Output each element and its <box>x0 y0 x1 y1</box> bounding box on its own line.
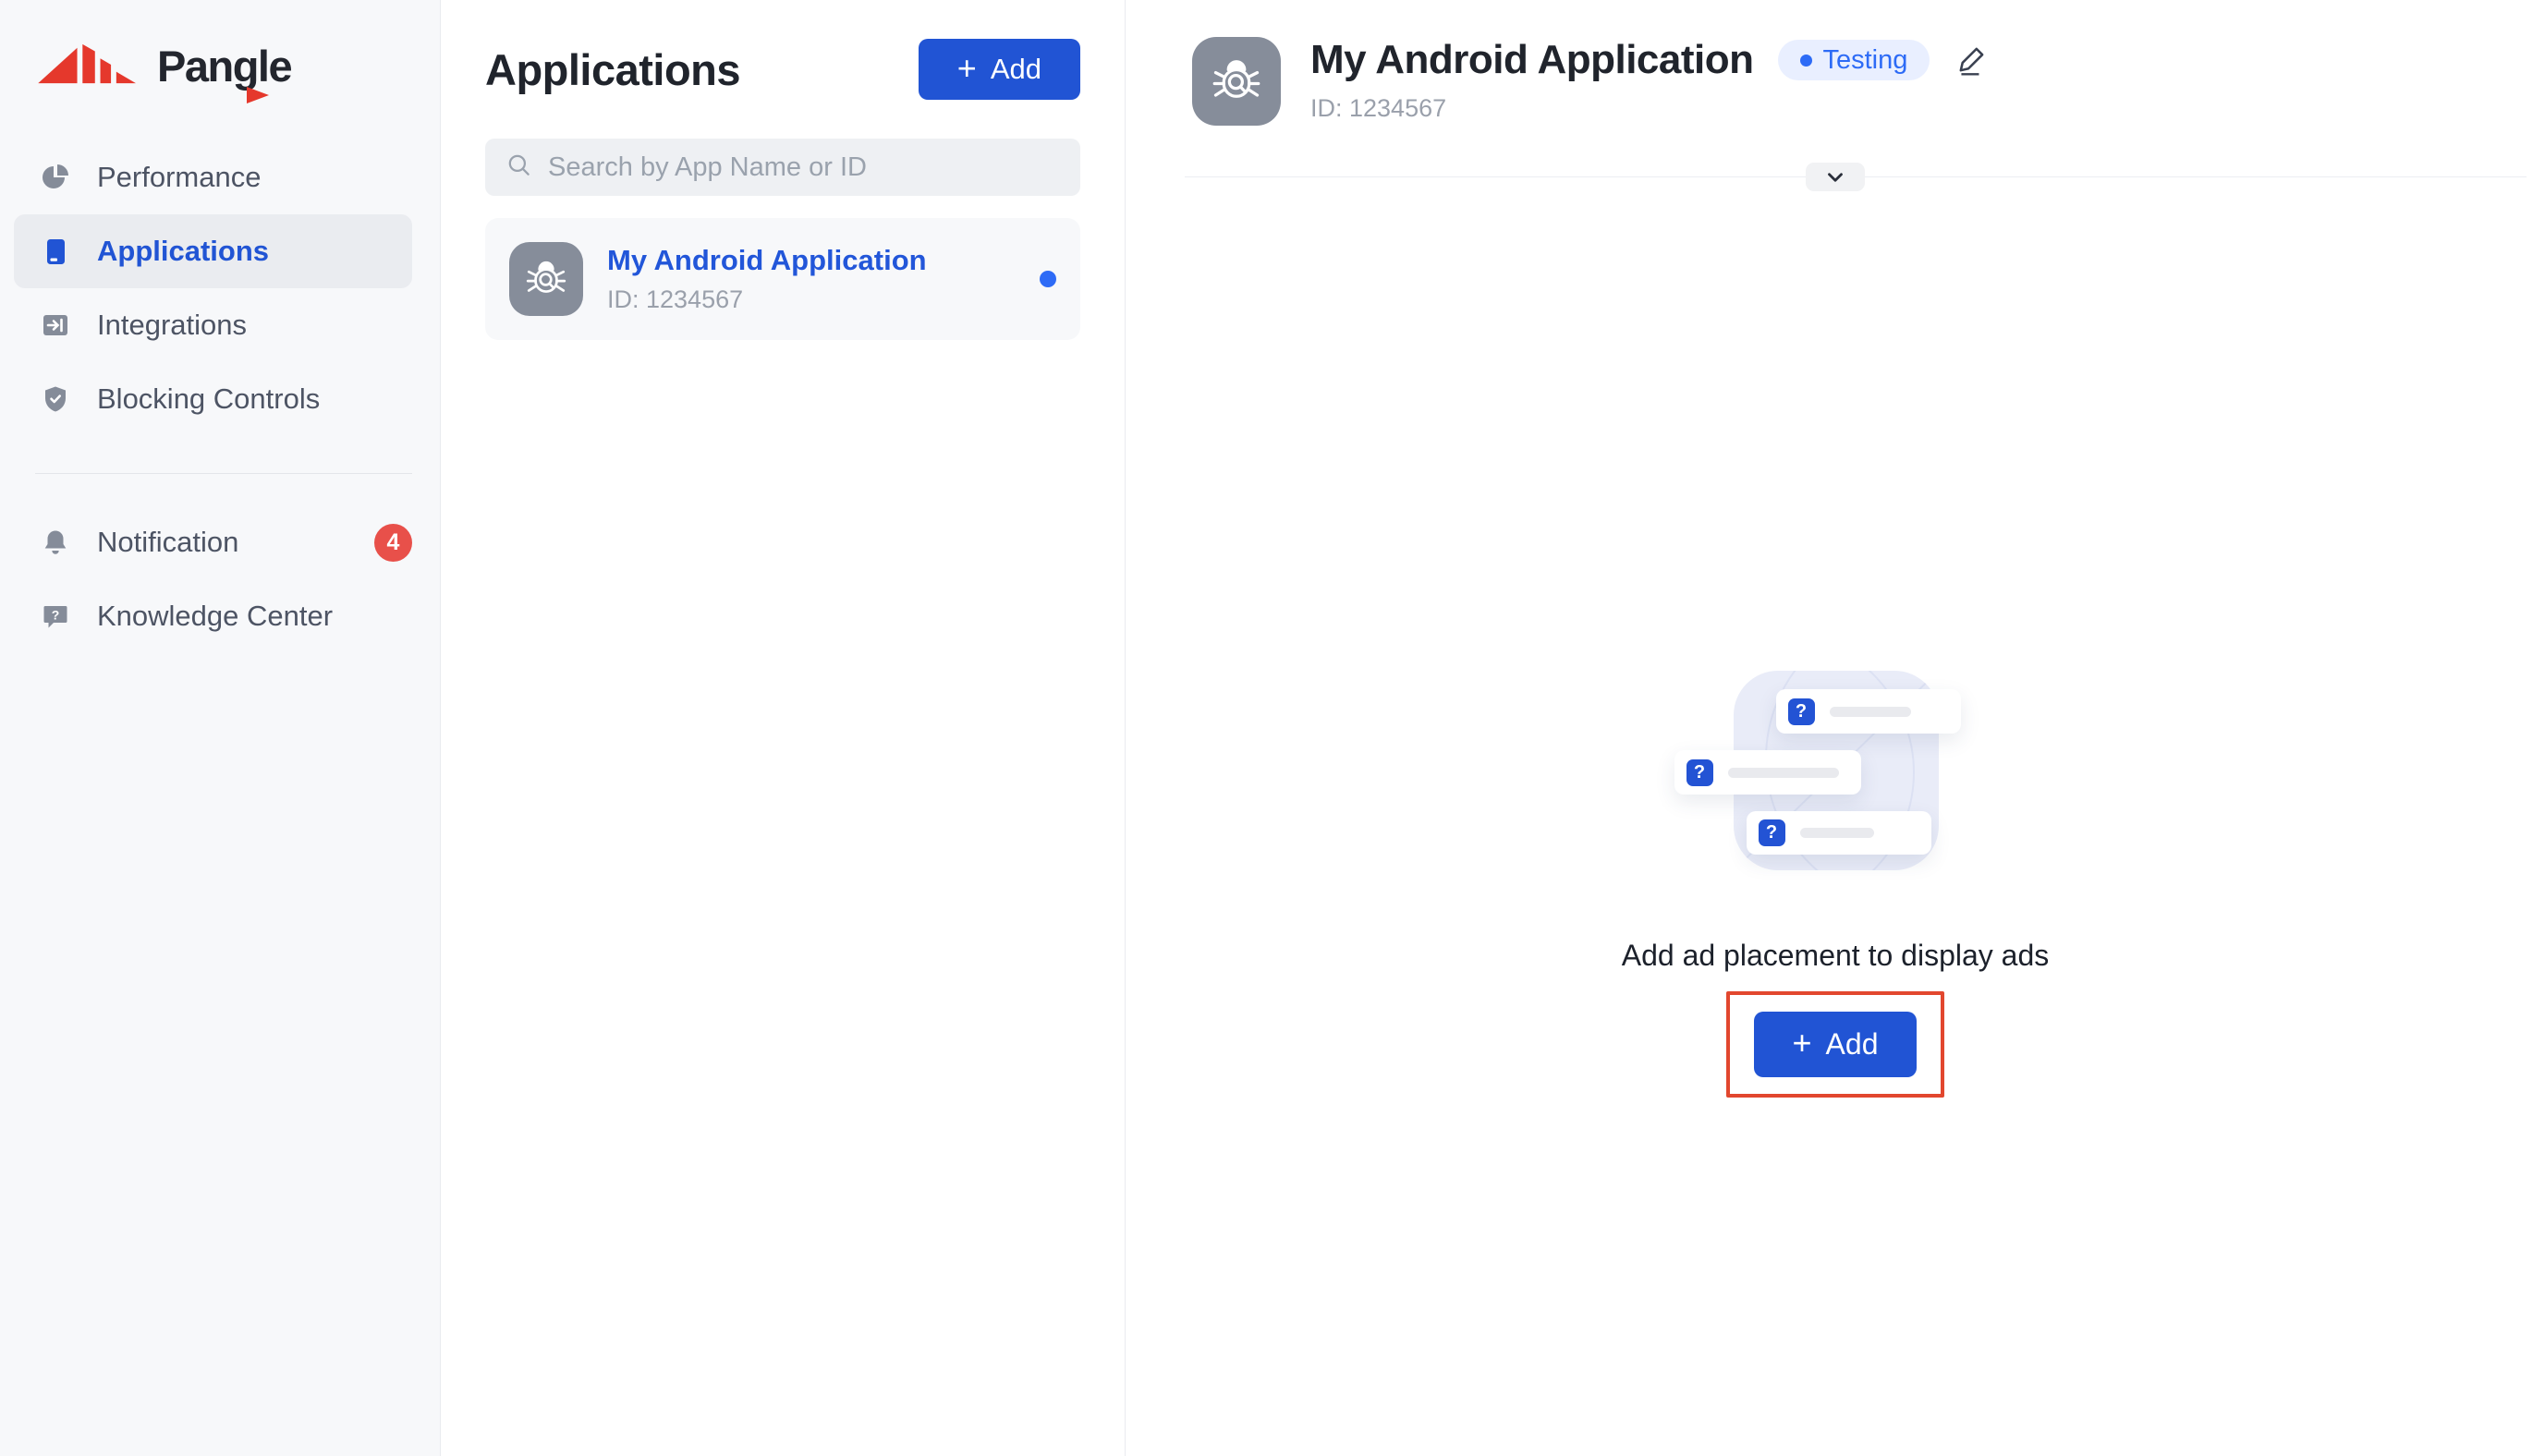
detail-app-title: My Android Application <box>1310 37 1754 83</box>
notification-count-badge: 4 <box>374 524 412 562</box>
sidebar-divider <box>35 473 412 474</box>
add-button-label: Add <box>991 53 1041 86</box>
add-placement-button[interactable]: + Add <box>1754 1012 1918 1077</box>
sidebar: Pangle Performance <box>0 0 441 1456</box>
selected-indicator-dot <box>1040 271 1056 287</box>
action-highlight-box: + Add <box>1726 991 1945 1098</box>
bell-icon <box>40 527 71 558</box>
svg-text:?: ? <box>52 608 60 623</box>
placeholder-bar <box>1800 828 1874 838</box>
app-search-box <box>485 139 1080 196</box>
search-icon <box>505 152 533 184</box>
bug-app-icon <box>1192 37 1281 126</box>
applications-list-panel: Applications + Add <box>441 0 1126 1456</box>
search-input[interactable] <box>548 152 1060 183</box>
pangle-wordmark: Pangle <box>157 41 291 91</box>
detail-app-id: ID: 1234567 <box>1310 94 1989 123</box>
app-detail-panel: My Android Application Testing ID: 12345… <box>1126 0 2545 1456</box>
pangle-dashboard: Pangle Performance <box>0 0 2545 1456</box>
sidebar-item-integrations[interactable]: Integrations <box>0 288 440 362</box>
app-list-item[interactable]: My Android Application ID: 1234567 <box>485 218 1080 340</box>
app-id: ID: 1234567 <box>607 285 927 314</box>
sidebar-nav: Performance Applications <box>0 140 440 653</box>
empty-state-message: Add ad placement to display ads <box>1622 939 2050 973</box>
sidebar-item-performance[interactable]: Performance <box>0 140 440 214</box>
help-bubble-icon: ? <box>40 601 71 632</box>
book-icon <box>40 236 71 267</box>
collapse-header-button[interactable] <box>1806 163 1865 191</box>
shield-check-icon <box>40 383 71 415</box>
placeholder-bar <box>1728 768 1839 778</box>
add-application-button[interactable]: + Add <box>919 39 1080 100</box>
placements-illustration: ? ? ? <box>1732 671 1940 885</box>
placeholder-bar <box>1830 707 1911 717</box>
sidebar-item-label: Integrations <box>97 309 247 342</box>
chevron-down-icon <box>1823 165 1847 189</box>
header-collapse-row <box>1126 163 2545 192</box>
status-label: Testing <box>1823 45 1908 76</box>
sidebar-item-label: Applications <box>97 235 269 268</box>
sidebar-item-label: Performance <box>97 161 261 194</box>
sidebar-item-knowledge-center[interactable]: ? Knowledge Center <box>0 579 440 653</box>
app-name: My Android Application <box>607 244 927 277</box>
sidebar-item-label: Knowledge Center <box>97 600 333 633</box>
edit-pencil-icon <box>1954 42 1989 78</box>
illustration-row: ? <box>1776 689 1961 734</box>
illustration-row: ? <box>1747 811 1931 855</box>
logo-accent-icon <box>247 63 269 114</box>
panel-title: Applications <box>485 44 740 95</box>
integrations-icon <box>40 309 71 341</box>
sidebar-item-notification[interactable]: Notification 4 <box>0 505 440 579</box>
sidebar-item-label: Blocking Controls <box>97 382 320 416</box>
sidebar-item-label: Notification <box>97 526 238 559</box>
question-icon: ? <box>1759 819 1785 846</box>
pie-chart-icon <box>40 162 71 193</box>
edit-app-button[interactable] <box>1954 42 1989 78</box>
plus-icon: + <box>957 52 977 85</box>
pangle-logo[interactable]: Pangle <box>0 39 440 92</box>
bug-app-icon <box>509 242 583 316</box>
status-badge: Testing <box>1778 40 1930 80</box>
pangle-logo-mark-icon <box>35 41 144 91</box>
sidebar-item-blocking-controls[interactable]: Blocking Controls <box>0 362 440 436</box>
add-button-label: Add <box>1826 1027 1879 1062</box>
sidebar-item-applications[interactable]: Applications <box>14 214 412 288</box>
plus-icon: + <box>1793 1026 1812 1060</box>
status-dot-icon <box>1800 55 1812 67</box>
empty-placements-state: ? ? ? Add ad placement to display ads + … <box>1126 671 2545 1098</box>
illustration-row: ? <box>1674 750 1861 795</box>
question-icon: ? <box>1788 698 1815 725</box>
question-icon: ? <box>1687 759 1713 786</box>
